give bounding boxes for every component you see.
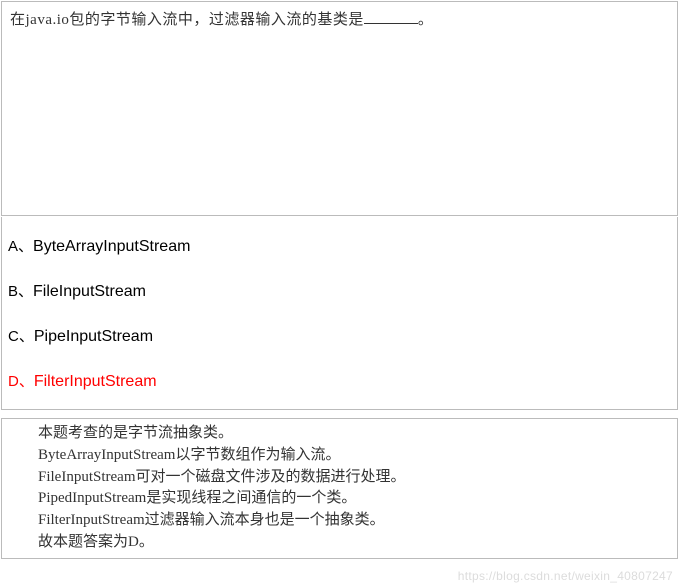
question-text-suffix: 。	[418, 12, 434, 28]
answer-text: PipeInputStream	[34, 328, 153, 345]
question-text-prefix: 在java.io包的字节输入流中，过滤器输入流的基类是	[10, 12, 364, 28]
answer-label: D、	[8, 373, 34, 390]
answer-text: ByteArrayInputStream	[33, 238, 190, 255]
explanation-line: FileInputStream可对一个磁盘文件涉及的数据进行处理。	[38, 467, 669, 489]
answers-box: A、ByteArrayInputStream B、FileInputStream…	[1, 217, 678, 410]
answer-option-d[interactable]: D、FilterInputStream	[8, 370, 671, 391]
explanation-line: FilterInputStream过滤器输入流本身也是一个抽象类。	[38, 510, 669, 532]
watermark: https://blog.csdn.net/weixin_40807247	[458, 569, 673, 583]
answer-label: A、	[8, 238, 33, 255]
answer-option-a[interactable]: A、ByteArrayInputStream	[8, 235, 671, 256]
explanation-line: 故本题答案为D。	[38, 532, 669, 554]
answer-text: FilterInputStream	[34, 373, 157, 390]
answer-option-b[interactable]: B、FileInputStream	[8, 280, 671, 301]
answer-text: FileInputStream	[33, 283, 146, 300]
explanation-line: 本题考查的是字节流抽象类。	[38, 423, 669, 445]
answer-label: C、	[8, 328, 34, 345]
explanation-box: 本题考查的是字节流抽象类。 ByteArrayInputStream以字节数组作…	[1, 418, 678, 559]
blank-line	[364, 10, 418, 24]
question-box: 在java.io包的字节输入流中，过滤器输入流的基类是 。	[1, 1, 678, 216]
answer-label: B、	[8, 283, 33, 300]
explanation-line: PipedInputStream是实现线程之间通信的一个类。	[38, 488, 669, 510]
explanation-line: ByteArrayInputStream以字节数组作为输入流。	[38, 445, 669, 467]
answer-option-c[interactable]: C、PipeInputStream	[8, 325, 671, 346]
